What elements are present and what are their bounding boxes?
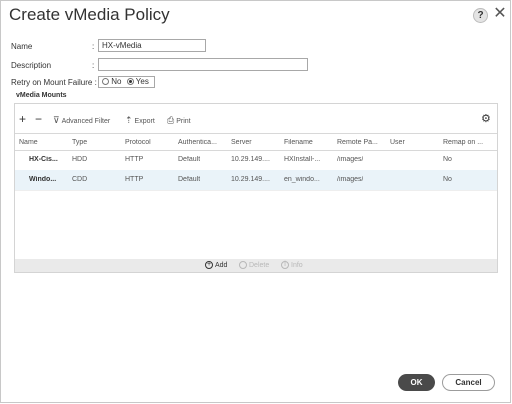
cancel-button[interactable]: Cancel [442,374,495,391]
cell-filename: en_windo... [284,176,320,183]
retry-yes-label: Yes [135,77,149,86]
filter-icon: ⊽ [53,115,60,125]
info-mount-label: Info [291,261,303,269]
add-mount-label: Add [215,261,228,269]
export-button[interactable]: ⇡ Export [125,115,155,126]
description-colon: : [92,61,95,70]
cell-filename: HXInstall-... [284,156,321,163]
table-header: Name Type Protocol Authentica... Server … [15,133,497,151]
table-row[interactable]: HX-Cis... HDD HTTP Default 10.29.149....… [15,150,497,171]
cell-authentication: Default [178,176,201,183]
cell-remap: No [443,156,452,163]
column-header-type[interactable]: Type [72,139,87,146]
cell-remote-path: /images/ [337,176,364,183]
advanced-filter-button[interactable]: ⊽ Advanced Filter [53,115,110,126]
gear-icon[interactable]: ⚙ [481,112,491,125]
cell-remap: No [443,176,452,183]
create-vmedia-policy-dialog: Create vMedia Policy ? ✕ Name : HX-vMedi… [0,0,511,403]
name-label: Name [11,42,33,51]
cell-server: 10.29.149.... [231,156,270,163]
cell-type: HDD [72,156,88,163]
table-toolbar: + − ⊽ Advanced Filter ⇡ Export ⎙ Print ⚙ [15,112,497,128]
help-icon[interactable]: ? [473,8,488,23]
ok-button[interactable]: OK [398,374,435,391]
name-colon: : [92,42,95,51]
export-icon: ⇡ [125,115,133,125]
advanced-filter-label: Advanced Filter [61,118,111,125]
retry-no-label: No [111,77,122,86]
description-label: Description [11,61,52,70]
column-header-remap[interactable]: Remap on ... [443,139,483,146]
cell-type: CDD [72,176,88,183]
cell-authentication: Default [178,156,201,163]
column-header-filename[interactable]: Filename [284,139,313,146]
remove-icon[interactable]: − [35,112,42,126]
name-field[interactable]: HX-vMedia [98,39,206,52]
retry-label: Retry on Mount Failure : [11,78,97,87]
delete-mount-label: Delete [249,261,270,269]
cell-protocol: HTTP [125,176,144,183]
cell-protocol: HTTP [125,156,144,163]
add-mount-button[interactable]: + Add [205,261,227,269]
column-header-remote-path[interactable]: Remote Pa... [337,139,378,146]
column-header-protocol[interactable]: Protocol [125,139,151,146]
export-label: Export [134,118,155,125]
print-label: Print [176,118,191,125]
vmedia-mounts-title: vMedia Mounts [16,92,67,99]
table-footer-bar: + Add Delete i Info [15,259,497,272]
description-field[interactable] [98,58,308,71]
column-header-name[interactable]: Name [19,139,38,146]
delete-circle-icon [239,261,247,269]
info-mount-button[interactable]: i Info [281,261,303,269]
plus-circle-icon: + [205,261,213,269]
add-icon[interactable]: + [19,112,26,126]
column-header-authentication[interactable]: Authentica... [178,139,217,146]
cell-server: 10.29.149.... [231,176,270,183]
info-circle-icon: i [281,261,289,269]
delete-mount-button[interactable]: Delete [239,261,269,269]
dialog-title: Create vMedia Policy [9,5,170,24]
retry-yes-radio[interactable] [126,78,134,86]
print-icon: ⎙ [167,115,175,125]
print-button[interactable]: ⎙ Print [167,115,191,126]
cell-remote-path: /images/ [337,156,364,163]
column-header-user[interactable]: User [390,139,405,146]
close-icon[interactable]: ✕ [493,6,507,22]
cell-name: Windo... [29,176,57,183]
column-header-server[interactable]: Server [231,139,252,146]
vmedia-mounts-panel: + − ⊽ Advanced Filter ⇡ Export ⎙ Print ⚙ Na… [14,103,498,273]
table-row[interactable]: Windo... CDD HTTP Default 10.29.149.... … [15,170,497,191]
cell-name: HX-Cis... [29,156,58,163]
retry-no-radio[interactable] [102,78,109,86]
retry-radio-group: No Yes [98,76,155,88]
